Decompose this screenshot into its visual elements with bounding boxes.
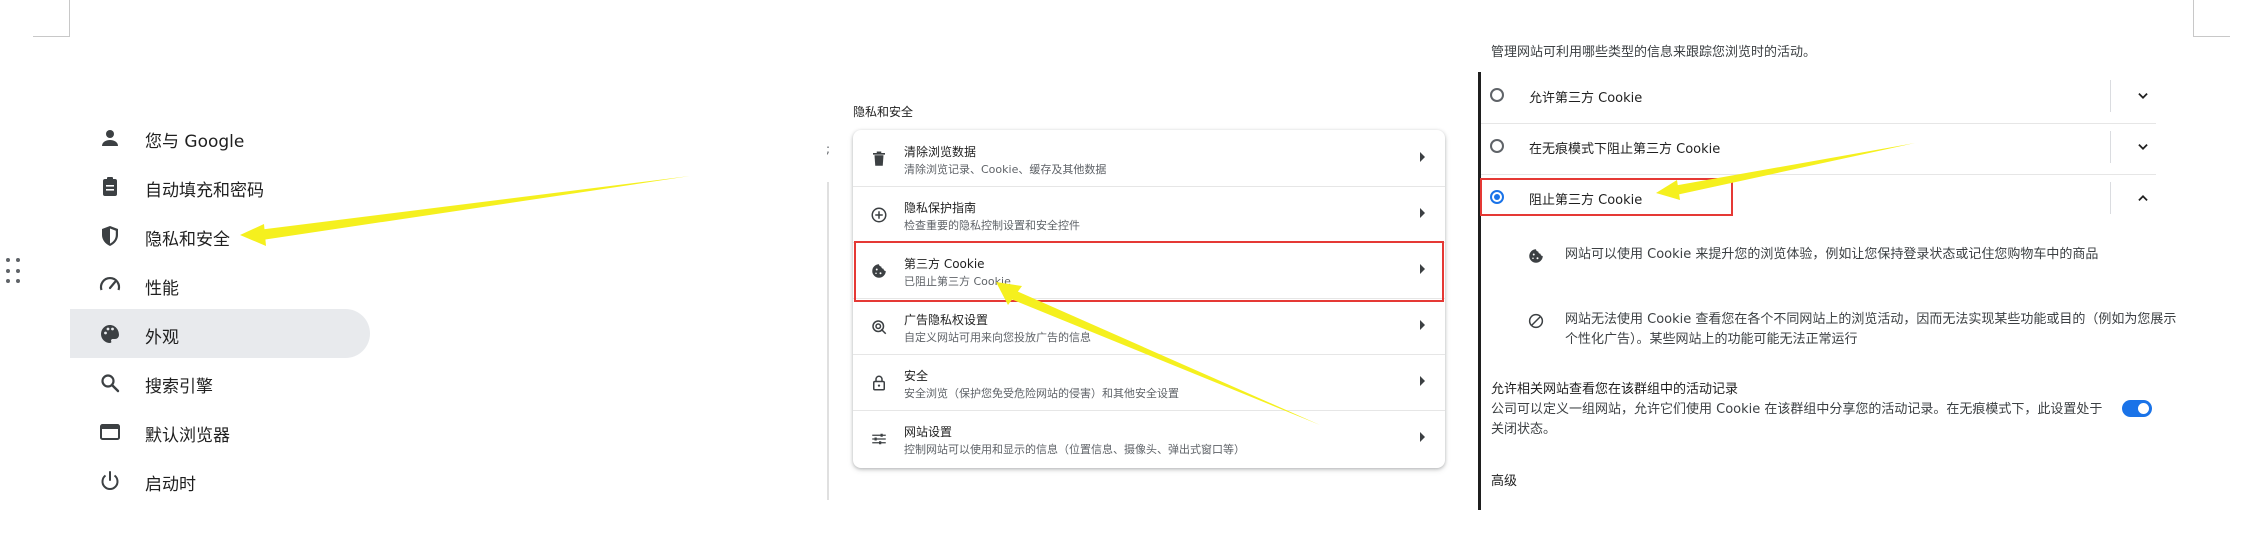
option-label: 在无痕模式下阻止第三方 Cookie bbox=[1529, 142, 1721, 157]
shield-icon bbox=[102, 226, 118, 246]
palette-icon bbox=[101, 325, 119, 343]
person-icon bbox=[102, 130, 118, 146]
divider bbox=[853, 186, 1445, 187]
divider bbox=[2110, 80, 2111, 112]
row-subtitle: 安全浏览（保护您免受危险网站的侵害）和其他安全设置 bbox=[904, 387, 1179, 400]
sidebar-item-autofill[interactable]: 自动填充和密码 bbox=[70, 162, 370, 211]
sidebar-item-label: 性能 bbox=[145, 279, 179, 299]
row-security[interactable]: 安全 安全浏览（保护您免受危险网站的侵害）和其他安全设置 bbox=[853, 354, 1445, 410]
row-subtitle: 检查重要的隐私控制设置和安全控件 bbox=[904, 219, 1080, 232]
radio-button[interactable] bbox=[1490, 139, 1504, 153]
row-title: 网站设置 bbox=[904, 425, 953, 439]
corner-mark-top-right bbox=[2193, 0, 2230, 37]
row-privacy-guide[interactable]: 隐私保护指南 检查重要的隐私控制设置和安全控件 bbox=[853, 186, 1445, 242]
chevron-right-icon bbox=[1420, 432, 1425, 442]
chevron-right-icon bbox=[1420, 376, 1425, 386]
sidebar-item-default-browser[interactable]: 默认浏览器 bbox=[70, 407, 370, 456]
row-subtitle: 自定义网站可用来向您投放广告的信息 bbox=[904, 331, 1091, 344]
info-text: 网站无法使用 Cookie 查看您在各个不同网站上的浏览活动，因而无法实现某些功… bbox=[1565, 312, 2177, 347]
chevron-up-icon[interactable] bbox=[2136, 191, 2150, 205]
corner-mark-top-left bbox=[33, 0, 70, 37]
row-title: 安全 bbox=[904, 369, 929, 383]
sidebar-item-label: 启动时 bbox=[145, 475, 196, 495]
sidebar-item-on-startup[interactable]: 启动时 bbox=[70, 456, 370, 505]
cookies-description: 管理网站可利用哪些类型的信息来跟踪您浏览时的活动。 bbox=[1491, 45, 1817, 60]
sliders-icon bbox=[872, 433, 886, 445]
option-allow-third-party-cookies[interactable]: 允许第三方 Cookie bbox=[1481, 72, 2156, 122]
row-clear-browsing-data[interactable]: 清除浏览数据 清除浏览记录、Cookie、缓存及其他数据 bbox=[853, 130, 1445, 186]
chevron-down-icon[interactable] bbox=[2136, 89, 2150, 103]
related-sites-description: 公司可以定义一组网站，允许它们使用 Cookie 在该群组中分享您的活动记录。在… bbox=[1491, 402, 2103, 437]
related-sites-title: 允许相关网站查看您在该群组中的活动记录 bbox=[1491, 382, 1739, 397]
option-block-in-incognito[interactable]: 在无痕模式下阻止第三方 Cookie bbox=[1481, 123, 2156, 173]
trash-icon bbox=[873, 151, 885, 166]
sidebar-item-you-and-google[interactable]: 您与 Google bbox=[70, 113, 370, 162]
search-icon bbox=[101, 374, 120, 393]
ad-privacy-icon bbox=[872, 320, 887, 335]
panel-edge-mark: ; bbox=[826, 142, 831, 156]
row-site-settings[interactable]: 网站设置 控制网站可以使用和显示的信息（位置信息、摄像头、弹出式窗口等） bbox=[853, 410, 1445, 466]
divider bbox=[2110, 131, 2111, 163]
chevron-right-icon bbox=[1420, 208, 1425, 218]
power-icon bbox=[101, 471, 119, 490]
sidebar-item-search-engine[interactable]: 搜索引擎 bbox=[70, 358, 370, 407]
sidebar-item-privacy[interactable]: 隐私和安全 bbox=[70, 211, 370, 260]
option-label: 允许第三方 Cookie bbox=[1529, 91, 1643, 106]
lock-icon bbox=[873, 375, 885, 391]
related-sites-setting: 允许相关网站查看您在该群组中的活动记录 公司可以定义一组网站，允许它们使用 Co… bbox=[1491, 380, 2111, 440]
compass-plus-icon bbox=[871, 207, 887, 223]
section-title: 隐私和安全 bbox=[853, 105, 914, 119]
info-text: 网站可以使用 Cookie 来提升您的浏览体验，例如让您保持登录状态或记住您购物… bbox=[1565, 247, 2099, 262]
sidebar-item-label: 搜索引擎 bbox=[145, 377, 213, 397]
chevron-right-icon bbox=[1420, 152, 1425, 162]
sidebar-item-label: 自动填充和密码 bbox=[145, 181, 264, 201]
drag-handle-icon[interactable] bbox=[6, 258, 22, 286]
row-subtitle: 控制网站可以使用和显示的信息（位置信息、摄像头、弹出式窗口等） bbox=[904, 443, 1245, 456]
radio-button[interactable] bbox=[1490, 88, 1504, 102]
row-ad-privacy[interactable]: 广告隐私权设置 自定义网站可用来向您投放广告的信息 bbox=[853, 298, 1445, 354]
chevron-right-icon bbox=[1420, 320, 1425, 330]
sidebar-item-appearance[interactable]: 外观 bbox=[70, 309, 370, 358]
advanced-section-title: 高级 bbox=[1491, 474, 1518, 489]
clipboard-icon bbox=[103, 177, 117, 196]
row-title: 清除浏览数据 bbox=[904, 145, 977, 159]
row-subtitle: 清除浏览记录、Cookie、缓存及其他数据 bbox=[904, 163, 1107, 176]
divider bbox=[853, 354, 1445, 355]
divider bbox=[2110, 182, 2111, 214]
related-sites-toggle[interactable] bbox=[2122, 400, 2152, 417]
highlight-box-third-party-cookies bbox=[854, 241, 1444, 302]
sidebar-item-label: 外观 bbox=[145, 328, 179, 348]
sidebar-item-label: 隐私和安全 bbox=[145, 230, 230, 250]
block-icon bbox=[1528, 313, 1544, 329]
sidebar-item-label: 您与 Google bbox=[145, 132, 245, 152]
panel-edge-line bbox=[827, 182, 829, 500]
row-title: 广告隐私权设置 bbox=[904, 313, 989, 327]
sidebar-item-label: 默认浏览器 bbox=[145, 426, 230, 446]
chevron-down-icon[interactable] bbox=[2136, 140, 2150, 154]
sidebar-item-performance[interactable]: 性能 bbox=[70, 260, 370, 309]
highlight-box-block-option bbox=[1480, 178, 1733, 216]
settings-sidebar: 您与 Google 自动填充和密码 隐私和安全 性能 外观 搜索引擎 默认浏览器… bbox=[70, 113, 370, 505]
speedometer-icon bbox=[99, 276, 121, 291]
divider bbox=[853, 410, 1445, 411]
row-title: 隐私保护指南 bbox=[904, 201, 977, 215]
cookie-icon bbox=[1529, 249, 1543, 263]
browser-icon bbox=[100, 424, 120, 440]
